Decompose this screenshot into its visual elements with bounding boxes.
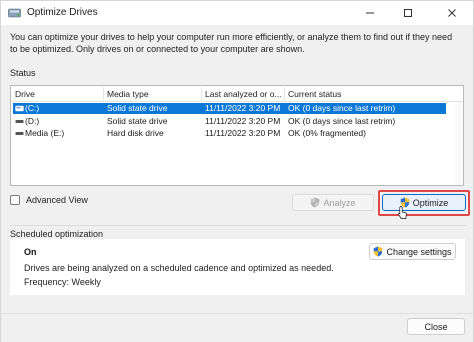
status-heading: Status xyxy=(10,68,36,78)
column-header-drive[interactable]: Drive xyxy=(15,89,103,101)
section-divider xyxy=(10,225,466,226)
dialog-footer xyxy=(1,313,473,342)
column-divider[interactable] xyxy=(103,87,104,101)
drive-name: (C:) xyxy=(25,103,40,113)
table-row[interactable]: Media (E:) Hard disk drive 11/11/2022 3:… xyxy=(13,128,446,139)
column-header-last-analyzed[interactable]: Last analyzed or o... xyxy=(205,89,283,101)
analyze-button[interactable]: Analyze xyxy=(292,194,374,211)
mouse-pointer-icon xyxy=(398,206,407,219)
drives-list[interactable]: Drive Media type Last analyzed or o... C… xyxy=(10,85,464,186)
minimize-icon xyxy=(366,12,374,14)
table-row[interactable]: (C:) Solid state drive 11/11/2022 3:20 P… xyxy=(13,103,446,114)
drive-name: (D:) xyxy=(25,116,40,126)
shield-icon xyxy=(311,197,320,208)
drive-icon xyxy=(15,105,24,112)
vertical-scrollbar[interactable] xyxy=(455,102,463,185)
last-analyzed: 11/11/2022 3:20 PM xyxy=(205,116,281,126)
drive-name: Media (E:) xyxy=(25,128,65,138)
media-type: Solid state drive xyxy=(107,103,168,113)
optimize-drives-app-icon xyxy=(8,8,21,18)
close-button[interactable]: Close xyxy=(407,318,465,335)
schedule-description: Drives are being analyzed on a scheduled… xyxy=(24,263,334,273)
analyze-label: Analyze xyxy=(323,197,356,208)
title-bar[interactable]: Optimize Drives xyxy=(1,1,473,25)
maximize-icon xyxy=(404,9,412,17)
optimize-button[interactable]: Optimize xyxy=(382,194,466,211)
column-divider[interactable] xyxy=(201,87,202,101)
last-analyzed: 11/11/2022 3:20 PM xyxy=(205,103,281,113)
drive-icon xyxy=(15,120,24,123)
change-settings-label: Change settings xyxy=(386,246,452,257)
last-analyzed: 11/11/2022 3:20 PM xyxy=(205,128,281,138)
scheduled-optimization-heading: Scheduled optimization xyxy=(10,229,104,239)
list-header: Drive Media type Last analyzed or o... C… xyxy=(11,86,463,102)
shield-icon xyxy=(374,246,383,257)
media-type: Solid state drive xyxy=(107,116,168,126)
minimize-button[interactable] xyxy=(355,1,385,25)
change-settings-button[interactable]: Change settings xyxy=(369,243,456,260)
table-row[interactable]: (D:) Solid state drive 11/11/2022 3:20 P… xyxy=(13,116,446,127)
optimize-drives-window: Optimize Drives You can optimize your dr… xyxy=(0,0,474,342)
column-header-media-type[interactable]: Media type xyxy=(107,89,197,101)
current-status: OK (0% fragmented) xyxy=(288,128,366,138)
maximize-button[interactable] xyxy=(393,1,423,25)
close-window-button[interactable] xyxy=(437,1,467,25)
advanced-view-option[interactable]: Advanced View xyxy=(10,195,88,205)
close-icon xyxy=(448,9,456,17)
description-text: You can optimize your drives to help you… xyxy=(10,32,453,54)
advanced-view-checkbox[interactable] xyxy=(10,195,20,205)
schedule-frequency: Frequency: Weekly xyxy=(24,277,101,287)
column-divider[interactable] xyxy=(284,87,285,101)
current-status: OK (0 days since last retrim) xyxy=(288,103,396,113)
column-header-current-status[interactable]: Current status xyxy=(288,89,438,101)
current-status: OK (0 days since last retrim) xyxy=(288,116,396,126)
close-label: Close xyxy=(424,321,448,332)
advanced-view-label[interactable]: Advanced View xyxy=(26,195,88,205)
optimize-label: Optimize xyxy=(412,197,449,208)
media-type: Hard disk drive xyxy=(107,128,164,138)
drive-icon xyxy=(15,132,24,135)
schedule-state: On xyxy=(24,247,37,257)
window-title: Optimize Drives xyxy=(27,7,98,18)
scheduled-optimization-panel: On Change settings Drives are being anal… xyxy=(10,239,465,295)
